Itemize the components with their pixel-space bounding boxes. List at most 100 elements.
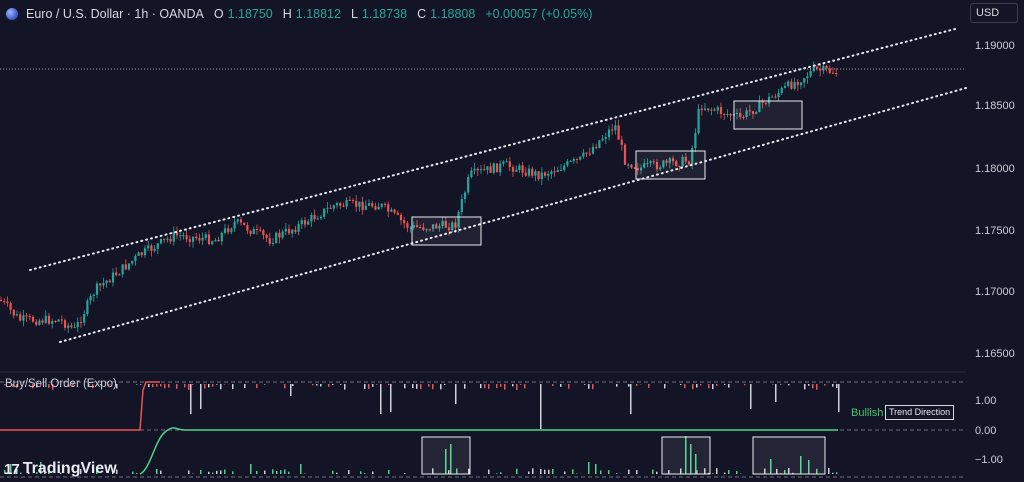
candle-body bbox=[393, 209, 396, 213]
currency-button[interactable]: USD bbox=[970, 3, 1018, 23]
candle-body bbox=[156, 243, 159, 249]
candle-body bbox=[51, 321, 54, 324]
osc-bar bbox=[348, 470, 350, 474]
candle-body bbox=[95, 283, 99, 295]
candle-body bbox=[342, 205, 345, 207]
osc-bar bbox=[192, 384, 194, 385]
osc-bar bbox=[264, 470, 266, 474]
osc-bar bbox=[428, 384, 430, 387]
candle-body bbox=[700, 108, 703, 110]
osc-bar bbox=[444, 384, 446, 385]
candle-body bbox=[524, 172, 527, 176]
osc-bar bbox=[712, 384, 714, 390]
candle-body bbox=[623, 144, 627, 165]
consolidation-box-2 bbox=[635, 150, 706, 180]
candle-body bbox=[479, 169, 483, 171]
osc-bar bbox=[804, 384, 806, 390]
osc-bar bbox=[200, 470, 202, 474]
osc-bar bbox=[284, 384, 286, 389]
candle-body bbox=[579, 156, 582, 160]
candle-body bbox=[86, 300, 89, 315]
osc-bar bbox=[836, 472, 838, 474]
candle-body bbox=[9, 303, 12, 310]
candle-body bbox=[566, 161, 569, 166]
osc-bar bbox=[136, 472, 138, 474]
candle-body bbox=[825, 65, 828, 69]
candle-body bbox=[195, 236, 198, 239]
candle-body bbox=[188, 239, 191, 242]
tradingview-logo[interactable]: 17 TradingView bbox=[4, 460, 117, 478]
osc-bar bbox=[832, 472, 834, 474]
candle-body bbox=[169, 238, 172, 242]
candle-body bbox=[60, 319, 63, 321]
candle-body bbox=[211, 241, 214, 245]
low-label: L bbox=[350, 7, 358, 21]
osc-bar bbox=[488, 384, 490, 389]
symbol-header: Euro / U.S. Dollar · 1h · OANDA O 1.18750… bbox=[6, 6, 592, 22]
osc-bar bbox=[608, 470, 610, 474]
candle-body bbox=[259, 229, 262, 231]
high-label: H bbox=[282, 7, 292, 21]
candle-body bbox=[326, 207, 329, 209]
change-value: +0.00057 (+0.05%) bbox=[485, 7, 593, 21]
candle-body bbox=[230, 228, 233, 233]
candle-body bbox=[255, 228, 259, 230]
candle-body bbox=[89, 295, 92, 301]
candle-body bbox=[115, 272, 118, 276]
symbol-title[interactable]: Euro / U.S. Dollar · 1h · OANDA bbox=[26, 7, 204, 21]
candle-body bbox=[303, 220, 307, 225]
euro-flag-icon bbox=[6, 8, 18, 20]
osc-bar bbox=[364, 473, 366, 474]
osc-bar bbox=[176, 384, 178, 389]
osc-bar bbox=[372, 471, 374, 474]
candle-body bbox=[563, 165, 566, 170]
osc-bar bbox=[516, 468, 518, 474]
osc-bar bbox=[630, 384, 632, 414]
osc-bar bbox=[290, 384, 292, 396]
osc-bar bbox=[208, 471, 210, 474]
osc-bar bbox=[272, 469, 274, 474]
candle-body bbox=[511, 167, 515, 172]
osc-bar bbox=[212, 472, 214, 474]
osc-bar bbox=[552, 468, 554, 474]
osc-bar bbox=[712, 473, 714, 474]
candle-body bbox=[473, 168, 476, 171]
indicator-name[interactable]: Buy/Sell Order (Expo) bbox=[5, 378, 117, 390]
price-tick-5: 1.17000 bbox=[975, 286, 1015, 298]
candle-body bbox=[796, 81, 799, 86]
candle-body bbox=[799, 82, 803, 86]
osc-bar bbox=[488, 469, 490, 474]
osc-bar bbox=[224, 469, 226, 474]
candle-body bbox=[236, 219, 239, 222]
candle-body bbox=[239, 219, 243, 223]
candle-body bbox=[31, 316, 35, 322]
close-value: 1.18808 bbox=[430, 7, 476, 21]
osc-bar bbox=[664, 384, 666, 389]
osc-bar bbox=[368, 384, 370, 390]
osc-bar bbox=[588, 462, 590, 474]
candle-body bbox=[399, 214, 403, 221]
candle-body bbox=[335, 203, 339, 206]
candle-body bbox=[463, 192, 467, 200]
candle-body bbox=[630, 164, 633, 168]
open-label: O bbox=[213, 7, 224, 21]
osc-bar bbox=[828, 468, 830, 474]
osc-bar bbox=[504, 384, 506, 390]
candle-body bbox=[595, 147, 598, 149]
osc-bar bbox=[728, 470, 730, 474]
osc-bar bbox=[164, 384, 166, 389]
candle-body bbox=[774, 96, 777, 98]
candle-body bbox=[131, 260, 134, 264]
osc-bar bbox=[700, 384, 702, 386]
osc-bar bbox=[344, 384, 346, 390]
osc-bar bbox=[312, 384, 314, 386]
osc-bar bbox=[232, 384, 234, 390]
candle-body bbox=[540, 172, 543, 180]
consolidation-box-3 bbox=[733, 100, 803, 130]
osc-bar bbox=[708, 384, 710, 389]
osc-bar bbox=[160, 384, 162, 387]
osc-bar bbox=[592, 384, 594, 390]
osc-bar bbox=[616, 384, 618, 387]
candle-body bbox=[460, 199, 463, 213]
candle-body bbox=[518, 165, 521, 170]
